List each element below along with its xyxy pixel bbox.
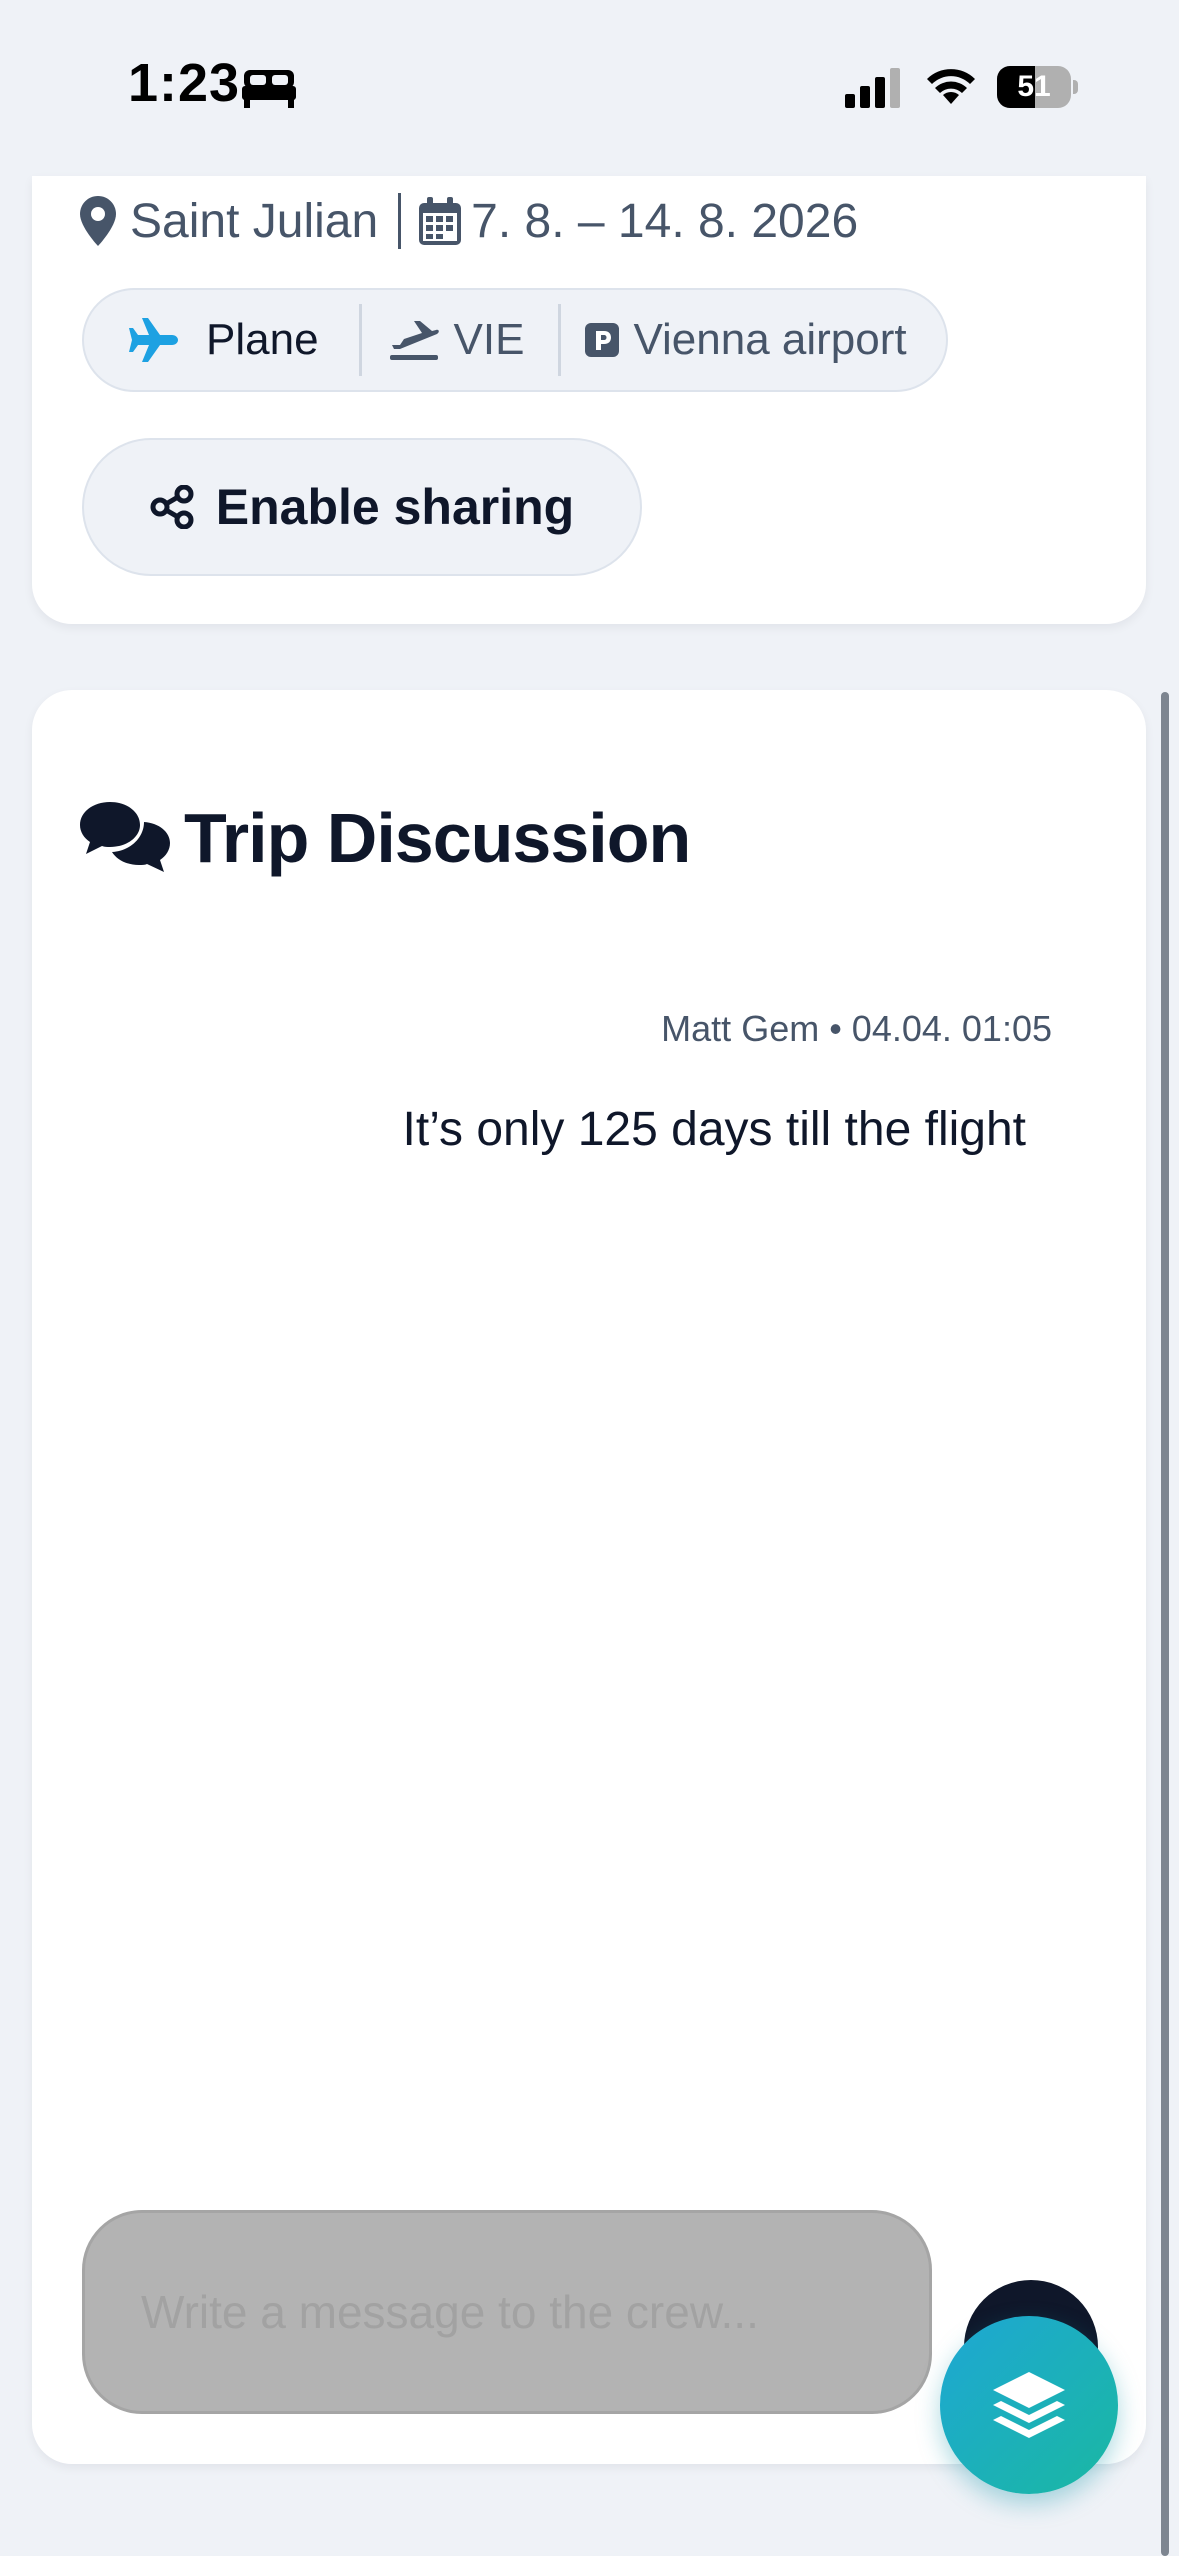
trip-summary-card: Saint Julian 7. 8. – 14. 8. 2026 Plane V… <box>32 176 1146 624</box>
trip-location: Saint Julian <box>130 194 379 248</box>
status-bar: 1:23 51 <box>0 0 1179 176</box>
map-pin-icon <box>80 196 116 246</box>
plane-departure-icon <box>389 321 439 360</box>
message-text: It’s only 125 days till the flight <box>402 1103 1026 1156</box>
enable-sharing-button[interactable]: Enable sharing <box>82 438 642 576</box>
layers-fab-button[interactable] <box>940 2316 1118 2494</box>
trip-dates: 7. 8. – 14. 8. 2026 <box>471 194 859 248</box>
battery-icon: 51 <box>997 66 1078 108</box>
parking-location: Vienna airport <box>561 290 907 390</box>
trip-discussion-card: Trip Discussion Matt Gem • 04.04. 01:05 … <box>32 690 1146 2464</box>
parking-label: Vienna airport <box>633 315 907 364</box>
enable-sharing-label: Enable sharing <box>215 479 575 535</box>
transport-mode: Plane <box>84 290 359 390</box>
transport-mode-label: Plane <box>206 315 319 364</box>
calendar-icon <box>419 197 462 245</box>
cellular-signal-icon <box>845 68 900 108</box>
battery-level: 51 <box>1017 70 1051 103</box>
parking-icon <box>585 323 620 357</box>
departure-airport: VIE <box>362 290 559 390</box>
layers-icon <box>993 2372 1065 2438</box>
airport-code: VIE <box>453 315 525 364</box>
meta-divider <box>398 193 402 249</box>
message-input[interactable] <box>82 2210 932 2414</box>
trip-meta: Saint Julian 7. 8. – 14. 8. 2026 <box>80 188 858 254</box>
discussion-title: Trip Discussion <box>184 799 691 877</box>
transport-pill: Plane VIE Vienna airport <box>82 288 948 392</box>
discussion-header: Trip Discussion <box>78 798 691 878</box>
bed-icon <box>242 70 296 108</box>
status-time: 1:23 <box>128 53 241 113</box>
share-icon <box>150 485 194 529</box>
comments-icon <box>80 802 170 872</box>
wifi-icon <box>927 69 975 104</box>
plane-icon <box>129 318 178 362</box>
scrollbar[interactable] <box>1161 692 1169 2556</box>
message-meta: Matt Gem • 04.04. 01:05 <box>661 1008 1052 1049</box>
